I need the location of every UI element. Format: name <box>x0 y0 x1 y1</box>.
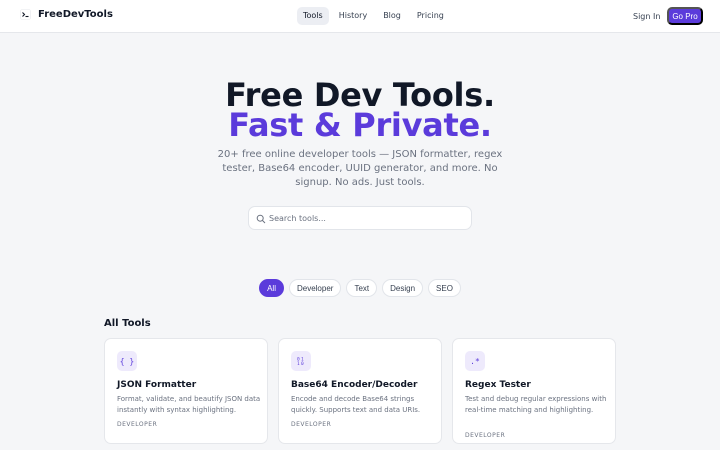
main-nav: Tools History Blog Pricing <box>297 7 450 25</box>
nav-pricing[interactable]: Pricing <box>411 7 450 25</box>
card-description: Test and debug regular expressions with … <box>465 395 607 414</box>
card-description: Format, validate, and beautify JSON data… <box>117 395 261 414</box>
category-filters: All Developer Text Design SEO <box>0 279 720 297</box>
filter-all[interactable]: All <box>259 279 284 297</box>
card-title: JSON Formatter <box>117 380 197 390</box>
card-description: Encode and decode Base64 strings quickly… <box>291 395 421 414</box>
search-input[interactable] <box>269 210 464 226</box>
nav-history[interactable]: History <box>333 7 373 25</box>
logo-icon <box>20 9 31 20</box>
tool-card-regex-tester[interactable]: .* Regex Tester Test and debug regular e… <box>452 338 616 444</box>
filter-seo[interactable]: SEO <box>428 279 461 297</box>
filter-text[interactable]: Text <box>346 279 378 297</box>
top-nav-bar: FreeDevTools Tools History Blog Pricing … <box>0 0 720 33</box>
brand-name: FreeDevTools <box>38 9 113 20</box>
category-tag: DEVELOPER <box>291 421 332 428</box>
nav-tools[interactable]: Tools <box>297 7 329 25</box>
tool-card-json-formatter[interactable]: { } JSON Formatter Format, validate, and… <box>104 338 268 444</box>
filter-design[interactable]: Design <box>382 279 424 297</box>
card-title: Regex Tester <box>465 380 531 390</box>
binary-icon: 0 1 1 0 <box>291 351 311 371</box>
tool-card-base64[interactable]: 0 1 1 0 Base64 Encoder/Decoder Encode an… <box>278 338 442 444</box>
hero-title-line2: Fast & Private. <box>228 106 492 144</box>
filter-developer[interactable]: Developer <box>288 279 342 297</box>
card-title: Base64 Encoder/Decoder <box>291 380 418 390</box>
braces-icon: { } <box>117 351 137 371</box>
category-tag: DEVELOPER <box>117 421 158 428</box>
sign-in-link[interactable]: Sign In <box>633 12 660 21</box>
hero-subtitle: 20+ free online developer tools — JSON f… <box>217 149 503 188</box>
terminal-icon <box>20 9 31 20</box>
nav-blog[interactable]: Blog <box>377 7 407 25</box>
brand-logo[interactable]: FreeDevTools <box>20 9 113 20</box>
svg-text:1: 1 <box>297 361 300 366</box>
svg-text:0: 0 <box>301 361 304 366</box>
category-tag: DEVELOPER <box>465 432 506 439</box>
search-box[interactable] <box>248 206 472 230</box>
section-title: All Tools <box>104 318 151 329</box>
search-icon <box>256 214 266 224</box>
go-pro-button[interactable]: Go Pro <box>667 7 703 25</box>
regex-icon: .* <box>465 351 485 371</box>
